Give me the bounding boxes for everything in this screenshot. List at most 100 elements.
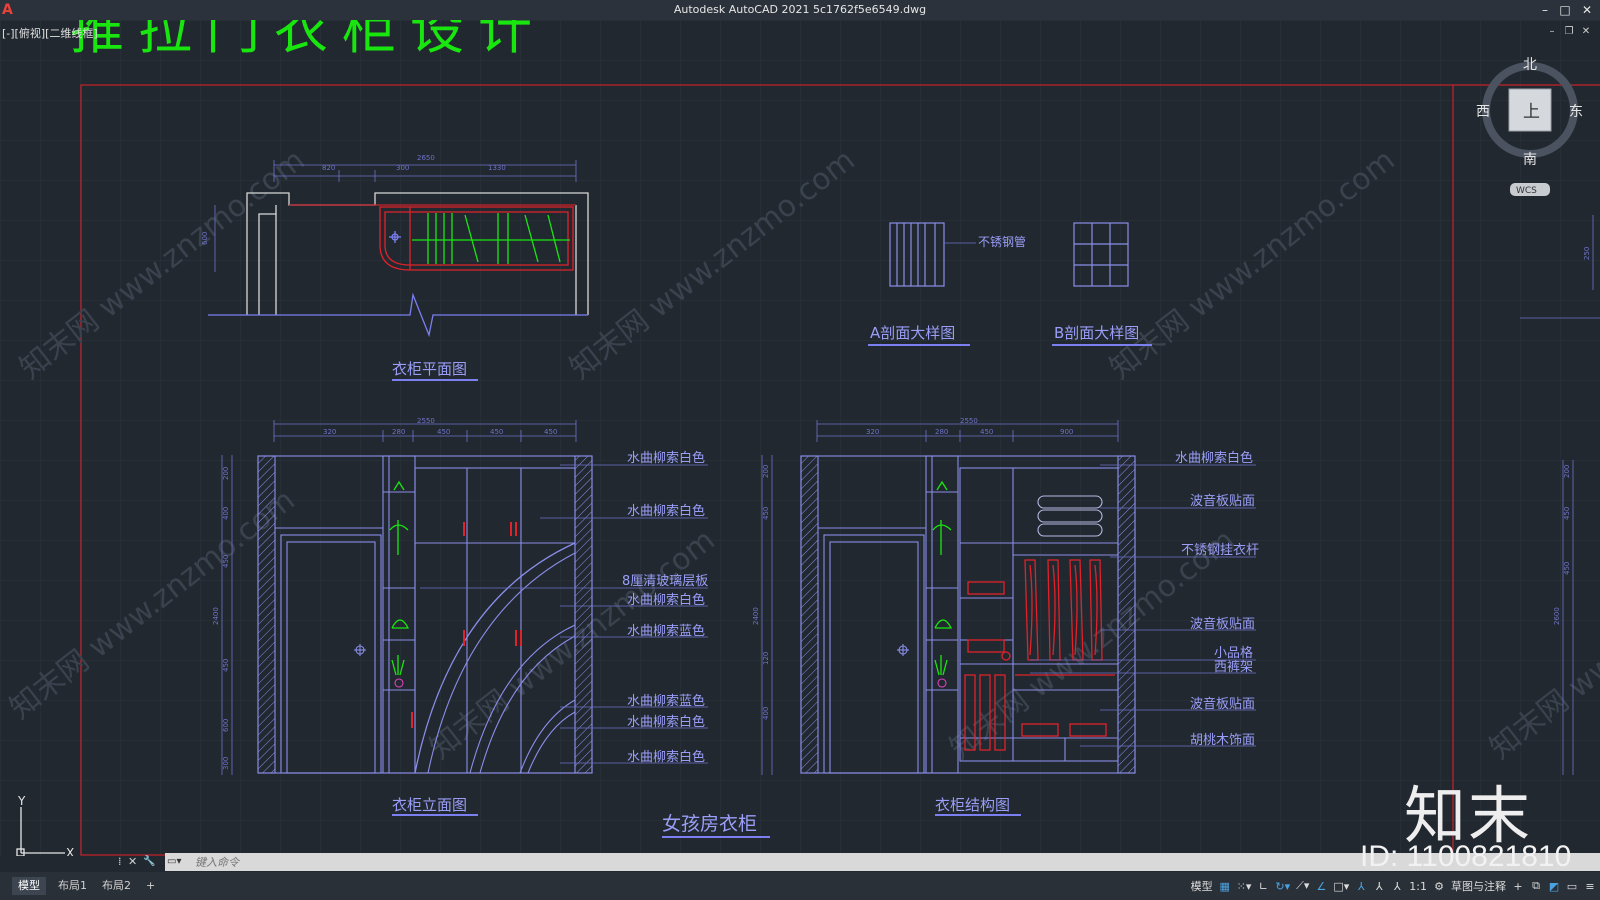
structure-dim: 280	[935, 428, 948, 436]
model-space-button[interactable]: 模型	[1191, 878, 1213, 894]
command-input[interactable]	[193, 854, 1197, 871]
right-dim: 450	[1563, 562, 1571, 575]
right-dim: 2600	[1553, 607, 1561, 625]
command-close-icon[interactable]: ✕	[128, 854, 137, 870]
structure-dim: 200	[762, 465, 770, 478]
command-customize-icon[interactable]: 🔧	[143, 854, 155, 870]
gear-icon[interactable]: ⚙	[1433, 880, 1445, 893]
structure-label: 胡桃木饰面	[1190, 733, 1255, 748]
structure-label: 波音板贴面	[1190, 696, 1255, 712]
elevation-label: 水曲柳索蓝色	[627, 623, 705, 639]
annotation-scale-icon[interactable]: ⅄	[1391, 880, 1403, 893]
isodraft-icon[interactable]: ⟋▾	[1296, 879, 1309, 893]
section-b-title: B剖面大样图	[1054, 324, 1139, 342]
window-title: Autodesk AutoCAD 2021 5c1762f5e6549.dwg	[673, 3, 927, 16]
viewcube-north[interactable]: 北	[1523, 57, 1537, 73]
grid-icon[interactable]: ▦	[1219, 880, 1231, 893]
viewcube-face-label: 上	[1523, 102, 1540, 122]
structure-label: 不锈钢挂衣杆	[1181, 542, 1259, 558]
structure-title: 衣柜结构图	[935, 796, 1010, 814]
elevation-dim: 450	[222, 659, 230, 672]
structure-dim: 900	[1060, 428, 1073, 436]
id-tag: ID: 1100821810	[1360, 840, 1572, 873]
ortho-icon[interactable]: ∟	[1257, 880, 1269, 893]
structure-dim: 450	[980, 428, 993, 436]
command-grip-icon[interactable]: ⁞	[118, 854, 122, 870]
ucs-y-label: Y	[17, 794, 26, 808]
structure-label: 小品格	[1214, 645, 1253, 661]
structure-label: 西裤架	[1214, 660, 1253, 675]
hardware-acceleration-icon[interactable]: ◩	[1548, 880, 1560, 893]
wcs-label: WCS	[1516, 186, 1537, 196]
section-note: 不锈钢管	[978, 234, 1026, 249]
plan-title: 衣柜平面图	[392, 360, 467, 378]
doc-minimize-button[interactable]: –	[1545, 25, 1559, 39]
plan-dim-total: 2650	[417, 154, 435, 162]
drawing-grid	[0, 20, 1600, 856]
structure-dim: 450	[762, 507, 770, 520]
tab-layout2[interactable]: 布局2	[96, 877, 137, 895]
snap-icon[interactable]: ⁙▾	[1237, 880, 1252, 893]
annotation-visibility-icon[interactable]: ⅄	[1355, 880, 1367, 893]
workspace-switch[interactable]: 草图与注释	[1451, 878, 1506, 894]
doc-restore-button[interactable]: ❐	[1562, 25, 1576, 39]
structure-dim: 120	[762, 652, 770, 665]
clean-screen-icon[interactable]: ▭	[1566, 880, 1578, 893]
elevation-dim: 2550	[417, 417, 435, 425]
close-button[interactable]: ✕	[1578, 1, 1596, 19]
scale-value[interactable]: 1:1	[1409, 880, 1427, 893]
auto-scale-icon[interactable]: ⅄	[1373, 880, 1385, 893]
plan-dim: 600	[201, 232, 209, 245]
plan-dim: 820	[322, 164, 335, 172]
osnap-tracking-icon[interactable]: ∠	[1315, 880, 1327, 893]
elevation-dim: 2400	[212, 607, 220, 625]
elevation-dim: 280	[392, 428, 405, 436]
structure-label: 波音板贴面	[1190, 616, 1255, 632]
isolate-objects-icon[interactable]: ⧉	[1530, 879, 1542, 893]
elevation-dim: 320	[323, 428, 336, 436]
elevation-dim: 450	[222, 555, 230, 568]
elevation-label: 水曲柳索白色	[627, 749, 705, 765]
drawing-canvas[interactable]: 推拉门衣柜设计 知末网 www.znzmo.com 知末网 www.znzmo.…	[0, 20, 1600, 856]
status-toolbar: 模型 ▦ ⁙▾ ∟ ↻▾ ⟋▾ ∠ □▾ ⅄ ⅄ ⅄ 1:1 ⚙ 草图与注释 +…	[1191, 877, 1596, 895]
command-prompt-icon[interactable]: ▭▾	[167, 855, 189, 869]
plus-icon[interactable]: +	[1512, 880, 1524, 893]
maximize-button[interactable]: □	[1556, 1, 1574, 19]
polar-tracking-icon[interactable]: ↻▾	[1275, 880, 1290, 893]
doc-close-button[interactable]: ✕	[1579, 25, 1593, 39]
title-bar: A Autodesk AutoCAD 2021 5c1762f5e6549.dw…	[0, 0, 1600, 20]
structure-dim: 320	[866, 428, 879, 436]
tab-model[interactable]: 模型	[12, 877, 46, 895]
viewcube-east[interactable]: 东	[1569, 104, 1583, 120]
elevation-dim: 450	[490, 428, 503, 436]
structure-dim: 2550	[960, 417, 978, 425]
elevation-dim: 300	[222, 757, 230, 770]
elevation-dim: 400	[222, 507, 230, 520]
drawing-big-title: 推拉门衣柜设计	[70, 20, 546, 61]
elevation-dim: 450	[437, 428, 450, 436]
viewcube-south[interactable]: 南	[1523, 152, 1537, 168]
object-snap-icon[interactable]: □▾	[1333, 880, 1349, 893]
elevation-dim: 200	[222, 467, 230, 480]
minimize-button[interactable]: –	[1536, 1, 1554, 19]
structure-dim: 2400	[752, 607, 760, 625]
elevation-label: 水曲柳索白色	[627, 503, 705, 519]
structure-label: 水曲柳索白色	[1175, 450, 1253, 466]
menu-icon[interactable]: ≡	[1584, 880, 1596, 893]
viewport-controls-label[interactable]: [-][俯视][二维线框]	[2, 25, 98, 41]
plan-dim: 300	[396, 164, 409, 172]
elevation-label: 水曲柳索白色	[627, 450, 705, 466]
structure-label: 波音板贴面	[1190, 493, 1255, 509]
drawing-bottom-title: 女孩房衣柜	[662, 813, 757, 835]
viewcube-west[interactable]: 西	[1476, 104, 1490, 120]
section-a-title: A剖面大样图	[870, 324, 955, 342]
ucs-x-label: X	[66, 846, 74, 856]
elevation-dim: 600	[222, 719, 230, 732]
right-dim: 450	[1563, 507, 1571, 520]
autocad-window: A Autodesk AutoCAD 2021 5c1762f5e6549.dw…	[0, 0, 1600, 900]
structure-dim: 400	[762, 707, 770, 720]
add-layout-button[interactable]: +	[140, 877, 161, 895]
tab-layout1[interactable]: 布局1	[52, 877, 93, 895]
status-bar: 模型 布局1 布局2 + 模型 ▦ ⁙▾ ∟ ↻▾ ⟋▾ ∠ □▾ ⅄ ⅄ ⅄ …	[0, 872, 1600, 900]
right-dim: 250	[1583, 247, 1591, 260]
